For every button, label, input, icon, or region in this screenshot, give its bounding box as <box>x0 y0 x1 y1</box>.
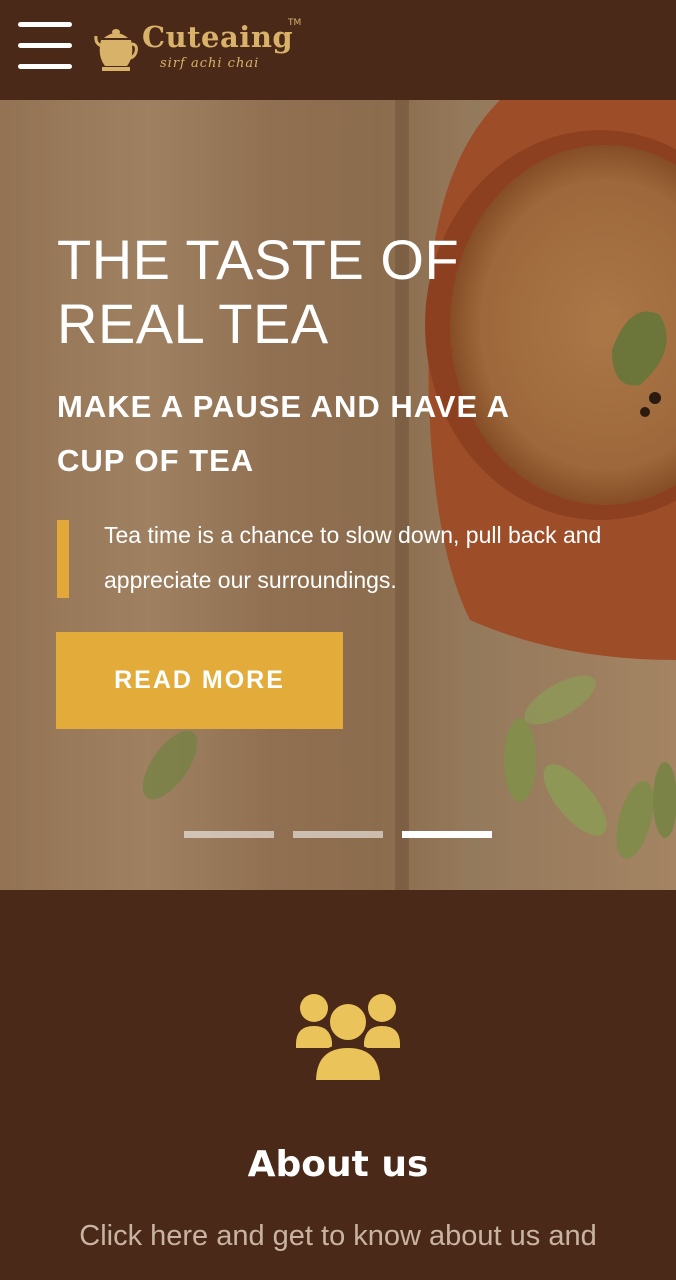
hamburger-menu-icon[interactable] <box>18 22 72 72</box>
slide-dot-1[interactable] <box>184 831 274 838</box>
quote-accent-bar <box>57 520 69 598</box>
people-group-icon <box>296 994 400 1084</box>
hero-slider: THE TASTE OF REAL TEA MAKE A PAUSE AND H… <box>0 100 676 890</box>
hero-title: THE TASTE OF REAL TEA <box>57 228 460 355</box>
brand-tagline: sirf achi chai <box>160 56 260 71</box>
about-description[interactable]: Click here and get to know about us and <box>0 1220 676 1253</box>
slider-pagination <box>184 831 494 839</box>
about-title: About us <box>247 1144 429 1185</box>
slide-dot-2[interactable] <box>293 831 383 838</box>
read-more-button[interactable]: READ MORE <box>56 632 343 729</box>
site-header: Cuteaing TM sirf achi chai <box>0 0 676 100</box>
hero-overlay <box>0 100 676 890</box>
hero-subtitle: MAKE A PAUSE AND HAVE A CUP OF TEA <box>57 389 509 478</box>
about-section: About us Click here and get to know abou… <box>0 890 676 1280</box>
brand-logo[interactable]: Cuteaing TM sirf achi chai <box>94 18 309 78</box>
trademark-mark: TM <box>288 18 302 28</box>
brand-name: Cuteaing <box>142 20 294 54</box>
slide-dot-3-active[interactable] <box>402 831 492 838</box>
hero-quote: Tea time is a chance to slow down, pull … <box>104 522 602 593</box>
teapot-icon <box>94 29 138 71</box>
